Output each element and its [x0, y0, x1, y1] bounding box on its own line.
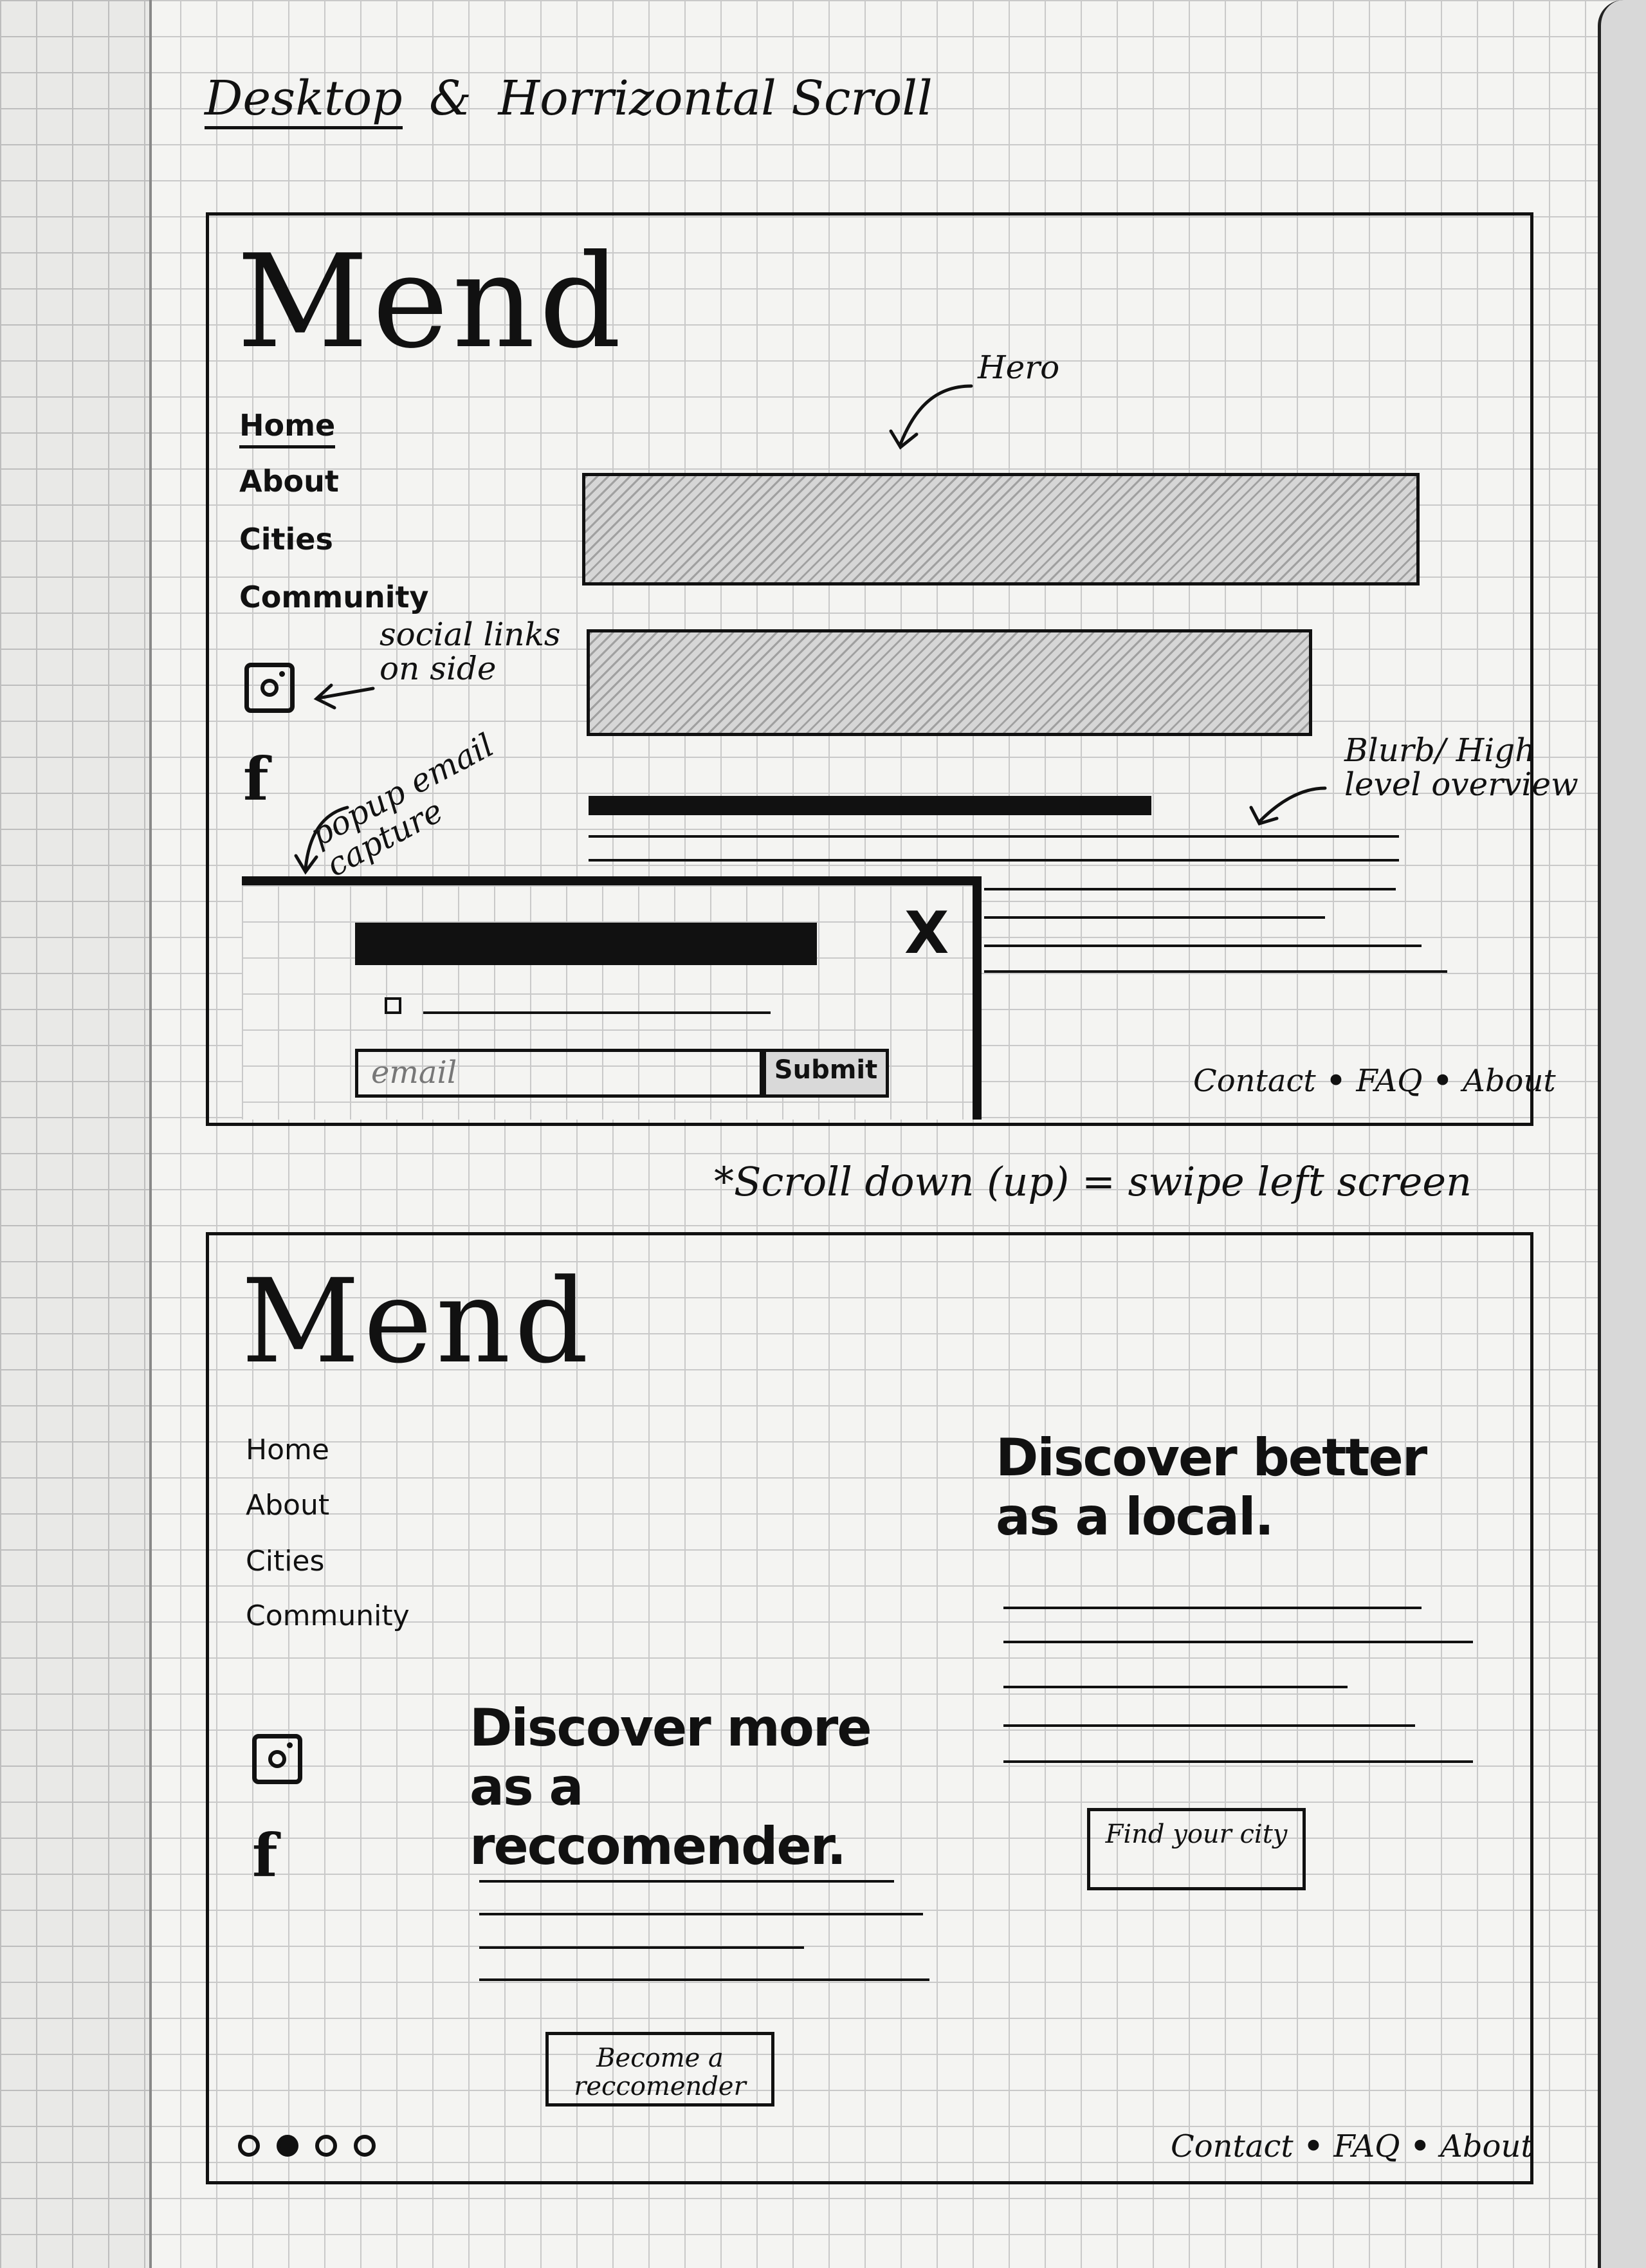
screen2-instagram-icon[interactable]: [252, 1734, 302, 1784]
popup-submit-button[interactable]: Submit: [763, 1049, 889, 1098]
screen-pager: [238, 2135, 376, 2157]
screen2-footer: Contact • FAQ • About: [1171, 2128, 1533, 2164]
local-text-line: [1003, 1607, 1422, 1609]
find-your-city-button[interactable]: Find your city: [1087, 1808, 1306, 1890]
become-recommender-button[interactable]: Become a reccomender: [545, 2032, 774, 2107]
screen2-logo[interactable]: Mend: [241, 1264, 592, 1380]
blurb-line: [984, 916, 1325, 919]
screen2-footer-faq[interactable]: FAQ: [1333, 2128, 1400, 2164]
recommender-text-line: [479, 1978, 929, 1981]
local-headline: Discover better as a local.: [996, 1428, 1427, 1547]
scroll-note: *Scroll down (up) = swipe left screen: [714, 1158, 1472, 1205]
screen2-footer-about[interactable]: About: [1440, 2128, 1533, 2164]
pager-dot-active[interactable]: [277, 2135, 298, 2157]
screen2-nav-cities[interactable]: Cities: [246, 1547, 324, 1576]
blurb-line: [984, 970, 1447, 973]
screen2-nav-home[interactable]: Home: [246, 1436, 329, 1464]
popup-close-button[interactable]: X: [904, 905, 949, 963]
hero-image-placeholder-1: [582, 473, 1420, 585]
footer-separator: •: [1326, 1063, 1346, 1099]
hero-arrow: [899, 384, 973, 446]
popup-consent-line: [423, 1011, 771, 1014]
recommender-text-line: [479, 1913, 923, 1915]
footer-separator: •: [1432, 1063, 1453, 1099]
popup-email-input[interactable]: email: [355, 1049, 763, 1098]
local-text-line: [1003, 1760, 1473, 1763]
screen1-footer: Contact • FAQ • About: [1193, 1063, 1556, 1099]
popup-consent-checkbox[interactable]: [385, 997, 401, 1014]
blurb-heading-bar: [589, 796, 1151, 815]
blurb-line: [984, 888, 1396, 890]
local-text-line: [1003, 1641, 1473, 1643]
screen1-footer-about[interactable]: About: [1463, 1063, 1556, 1099]
screen2-footer-contact[interactable]: Contact: [1171, 2128, 1294, 2164]
pager-dot[interactable]: [315, 2135, 337, 2157]
email-capture-popup: X email Submit: [242, 876, 982, 1120]
blurb-line: [984, 945, 1422, 947]
recommender-text-line: [479, 1880, 894, 1883]
screen1-footer-contact[interactable]: Contact: [1193, 1063, 1316, 1099]
local-text-line: [1003, 1686, 1348, 1688]
footer-separator: •: [1303, 2128, 1324, 2164]
screen2-nav-about[interactable]: About: [246, 1491, 329, 1520]
hero-image-placeholder-2: [587, 629, 1312, 736]
footer-separator: •: [1410, 2128, 1431, 2164]
screen1-footer-faq[interactable]: FAQ: [1356, 1063, 1422, 1099]
recommender-headline: Discover more as a reccomender.: [470, 1698, 872, 1876]
screen2-facebook-icon[interactable]: f: [252, 1826, 278, 1885]
local-text-line: [1003, 1724, 1415, 1727]
recommender-text-line: [479, 1946, 804, 1949]
pager-dot[interactable]: [238, 2135, 260, 2157]
popup-arrow: [304, 806, 349, 871]
blurb-arrow: [1259, 786, 1327, 822]
screen2-nav-community[interactable]: Community: [246, 1602, 410, 1630]
pager-dot[interactable]: [354, 2135, 376, 2157]
popup-heading-bar: [355, 923, 817, 965]
blurb-line: [589, 859, 1399, 862]
blurb-line: [589, 835, 1399, 838]
